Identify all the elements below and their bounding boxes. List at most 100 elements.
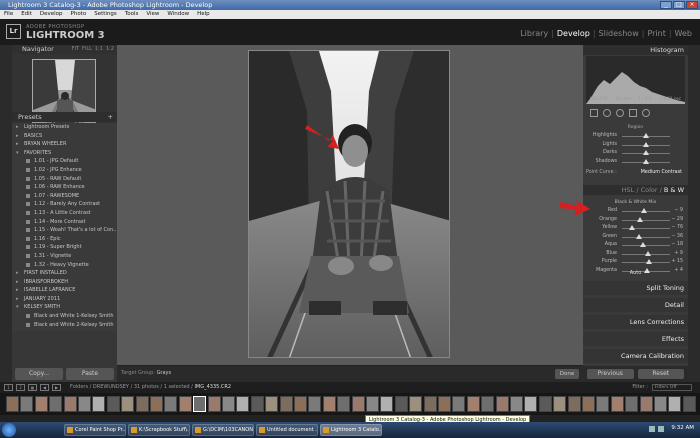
slider-value[interactable]: − 9 xyxy=(669,207,683,216)
preset-item[interactable]: 1.02 - JPG Enhance xyxy=(12,166,117,175)
filmstrip-thumbnail[interactable] xyxy=(452,396,466,412)
filmstrip-thumbnail[interactable] xyxy=(20,396,34,412)
tab-bw[interactable]: B & W xyxy=(664,186,684,194)
filmstrip-thumbnail[interactable] xyxy=(481,396,495,412)
tab-color[interactable]: Color xyxy=(641,186,658,194)
add-preset-icon[interactable]: + xyxy=(108,112,113,122)
slider-knob[interactable] xyxy=(643,133,649,138)
main-photo[interactable] xyxy=(248,50,450,358)
zoom-fill[interactable]: FILL xyxy=(82,46,92,52)
graduated-filter-icon[interactable] xyxy=(629,109,637,117)
filmstrip-thumbnail[interactable] xyxy=(78,396,91,412)
menu-view[interactable]: View xyxy=(146,10,159,19)
crop-icon[interactable] xyxy=(590,109,598,117)
filmstrip-thumbnail[interactable] xyxy=(279,396,293,412)
copy-button[interactable]: Copy... xyxy=(15,368,63,380)
navigator-header[interactable]: Navigator FIT FILL 1:1 1:2 xyxy=(12,45,117,54)
point-curve-select[interactable]: Medium Contrast xyxy=(641,170,682,175)
module-slideshow[interactable]: Slideshow xyxy=(599,29,639,38)
filmstrip-thumbnail[interactable] xyxy=(538,396,552,412)
filmstrip-thumbnail[interactable] xyxy=(466,396,480,412)
filmstrip-thumbnail[interactable] xyxy=(582,396,595,412)
close-button[interactable]: × xyxy=(686,1,698,9)
filmstrip-thumbnail[interactable] xyxy=(250,396,264,412)
filmstrip-thumbnail[interactable] xyxy=(596,396,610,412)
filmstrip-thumbnail[interactable] xyxy=(193,396,207,412)
filmstrip-thumbnail[interactable] xyxy=(106,396,120,412)
panel-effects[interactable]: Effects xyxy=(583,332,688,346)
slider-value[interactable]: + 9 xyxy=(669,250,683,259)
preset-item[interactable]: 1.05 - RAW Default xyxy=(12,175,117,184)
preset-item[interactable]: Black and White 1-Kelsey Smith xyxy=(12,312,117,321)
preset-item[interactable]: 1.31 - Vignette xyxy=(12,252,117,261)
preset-item[interactable]: 1.19 - Super Bright xyxy=(12,243,117,252)
slider-value[interactable]: − 36 xyxy=(669,233,683,242)
filmstrip-thumbnail[interactable] xyxy=(380,396,394,412)
preset-folder[interactable]: BASICS xyxy=(12,132,117,141)
back-icon[interactable]: ◀ xyxy=(40,384,49,391)
paste-button[interactable]: Paste xyxy=(66,368,114,380)
preset-folder[interactable]: BRYAN WHEELER xyxy=(12,140,117,149)
taskbar-item[interactable]: Lightroom 3 Catalo... xyxy=(320,424,382,436)
slider-knob[interactable] xyxy=(641,208,648,213)
adjustment-brush-icon[interactable] xyxy=(642,109,650,117)
filmstrip-thumbnail[interactable] xyxy=(63,396,77,412)
filmstrip-thumbnail[interactable] xyxy=(150,396,163,412)
menu-window[interactable]: Window xyxy=(167,10,189,19)
volume-icon[interactable] xyxy=(658,426,664,432)
menu-develop[interactable]: Develop xyxy=(40,10,63,19)
slider-knob[interactable] xyxy=(643,141,649,147)
filmstrip-thumbnail[interactable] xyxy=(394,396,408,412)
preset-item[interactable]: 1.01 - JPG Default xyxy=(12,157,117,166)
network-icon[interactable] xyxy=(649,426,655,432)
module-library[interactable]: Library xyxy=(520,29,548,38)
filmstrip-thumbnail[interactable] xyxy=(222,396,235,412)
preset-item[interactable]: 1.16 - Epic xyxy=(12,235,117,244)
zoom-options[interactable]: FIT FILL 1:1 1:2 xyxy=(69,45,114,54)
slider-knob[interactable] xyxy=(643,158,649,164)
red-eye-icon[interactable] xyxy=(616,109,624,117)
preset-folder[interactable]: FIRST INSTALLED xyxy=(12,269,117,278)
filmstrip-thumbnail[interactable] xyxy=(135,396,149,412)
maximize-button[interactable]: □ xyxy=(673,1,685,9)
start-button[interactable] xyxy=(2,423,16,437)
tab-hsl[interactable]: HSL xyxy=(622,186,635,194)
slider-knob[interactable] xyxy=(637,216,644,222)
menu-settings[interactable]: Settings xyxy=(94,10,117,19)
panel-split-toning[interactable]: Split Toning xyxy=(583,281,688,295)
filmstrip-thumbnail[interactable] xyxy=(236,396,250,412)
filmstrip-thumbnail[interactable] xyxy=(682,396,696,412)
clock[interactable]: 9:32 AM xyxy=(671,425,694,431)
preset-folder[interactable]: ISABELLE LAFRANCE xyxy=(12,286,117,295)
slider-track[interactable] xyxy=(622,236,670,238)
slider-value[interactable]: + 15 xyxy=(669,258,683,267)
reset-button[interactable]: Reset xyxy=(637,369,684,379)
menu-photo[interactable]: Photo xyxy=(71,10,87,19)
view-2-icon[interactable]: 2 xyxy=(16,384,25,391)
filmstrip-thumbnail[interactable] xyxy=(6,396,19,412)
module-develop[interactable]: Develop xyxy=(557,29,590,38)
filmstrip-thumbnail[interactable] xyxy=(164,396,178,412)
left-panel-edge[interactable] xyxy=(0,45,12,382)
filmstrip-thumbnail[interactable] xyxy=(294,396,307,412)
panel-camera-calibration[interactable]: Camera Calibration xyxy=(583,349,688,363)
view-1-icon[interactable]: 1 xyxy=(4,384,13,391)
preset-folder[interactable]: KELSEY SMITH xyxy=(12,303,117,312)
panel-lens-corrections[interactable]: Lens Corrections xyxy=(583,315,688,329)
menu-tools[interactable]: Tools xyxy=(125,10,139,19)
filmstrip-thumbnail[interactable] xyxy=(668,396,682,412)
done-button[interactable]: Done xyxy=(555,369,579,379)
grid-icon[interactable]: ▦ xyxy=(28,384,37,391)
slider-value[interactable]: − 76 xyxy=(669,224,683,233)
preset-item[interactable]: 1.07 - RAWESOME xyxy=(12,192,117,201)
minimize-button[interactable]: _ xyxy=(660,1,672,9)
panel-detail[interactable]: Detail xyxy=(583,298,688,312)
folder-path[interactable]: Folders / DREWUNDSEY / 31 photos / 1 sel… xyxy=(70,382,231,393)
preset-folder[interactable]: JANUARY 2011 xyxy=(12,295,117,304)
slider-track[interactable] xyxy=(622,219,670,221)
filmstrip-thumbnail[interactable] xyxy=(265,396,279,412)
filmstrip-thumbnail[interactable] xyxy=(337,396,351,412)
filmstrip-thumbnail[interactable] xyxy=(178,396,192,412)
zoom-1-1[interactable]: 1:1 xyxy=(95,46,103,52)
filmstrip-thumbnail[interactable] xyxy=(322,396,336,412)
